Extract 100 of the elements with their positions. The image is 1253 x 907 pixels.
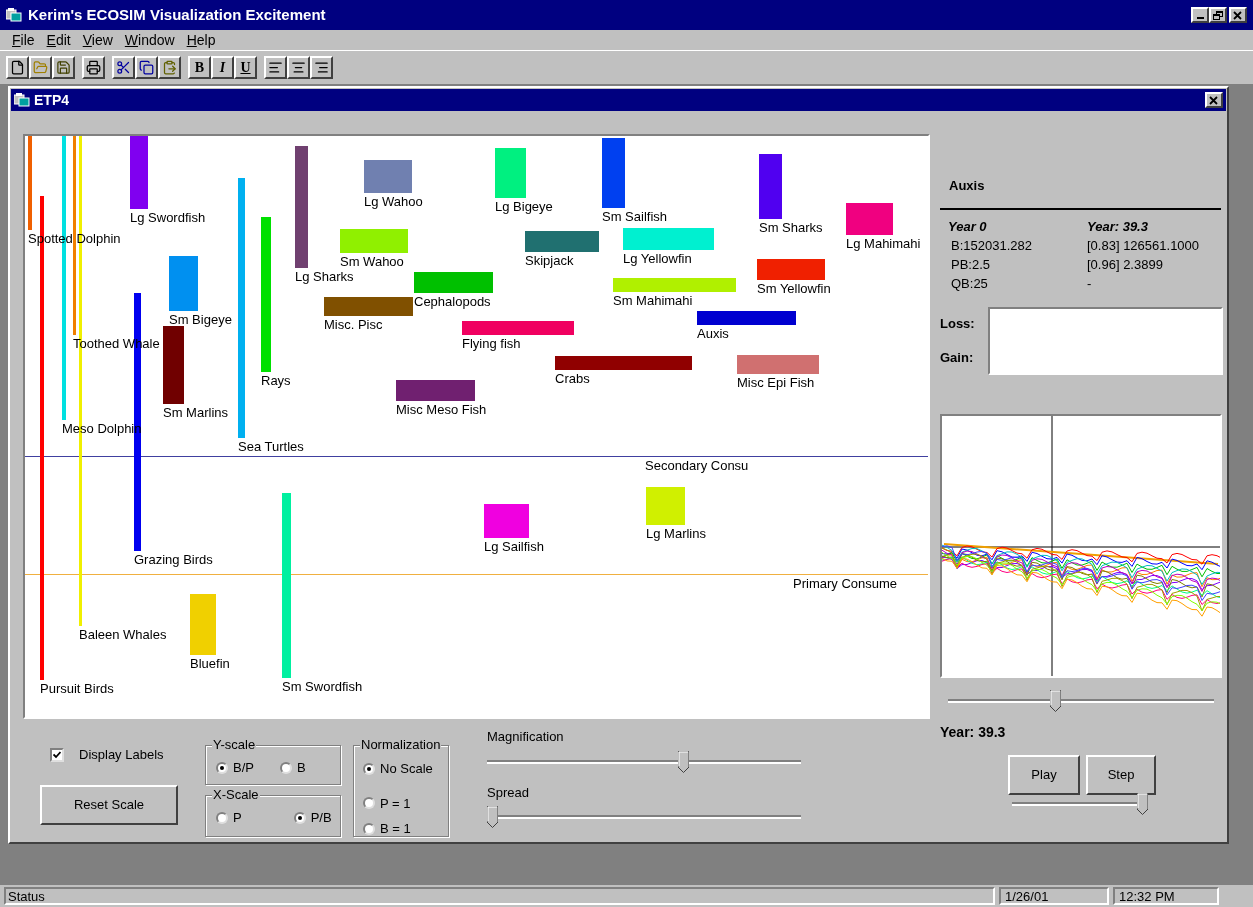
biomass-bar[interactable]: [169, 256, 198, 311]
biomass-bar[interactable]: [396, 380, 475, 401]
biomass-bar[interactable]: [846, 203, 893, 235]
biomass-bar[interactable]: [130, 136, 148, 209]
copy-icon[interactable]: [135, 56, 158, 79]
biomass-bar[interactable]: [364, 160, 412, 193]
group-label: Lg Wahoo: [364, 194, 423, 209]
biomass-bar[interactable]: [555, 356, 692, 370]
spread-slider[interactable]: [487, 806, 801, 830]
speed-slider[interactable]: [1012, 792, 1148, 817]
menu-item[interactable]: Edit: [46, 29, 71, 51]
slider-label: Magnification: [487, 729, 565, 744]
radio-button[interactable]: [216, 811, 228, 824]
column-header: Year: 39.3: [1087, 217, 1149, 236]
biomass-bar[interactable]: [495, 148, 526, 198]
radio-button[interactable]: [216, 761, 228, 774]
menu-item[interactable]: File: [12, 29, 35, 51]
group-label: Pursuit Birds: [40, 681, 114, 696]
group-label: Sm Marlins: [163, 405, 228, 420]
biomass-bar[interactable]: [73, 136, 76, 335]
biomass-bar[interactable]: [28, 136, 32, 230]
group-label: Sm Yellowfin: [757, 281, 831, 296]
loss-label: Loss:: [940, 315, 976, 333]
print-icon[interactable]: [82, 56, 105, 79]
biomass-bar[interactable]: [759, 154, 782, 219]
biomass-bar[interactable]: [697, 311, 796, 325]
new-file-icon[interactable]: [6, 56, 29, 79]
close-icon: [1209, 95, 1219, 105]
biomass-bar[interactable]: [613, 278, 736, 292]
group-label: Sm Mahimahi: [613, 293, 693, 308]
slider-thumb[interactable]: [677, 751, 689, 773]
radio-button[interactable]: [363, 797, 375, 810]
close-button[interactable]: [1205, 92, 1223, 108]
radio-button[interactable]: [293, 811, 306, 824]
group-label: Misc Meso Fish: [396, 402, 487, 417]
trophic-level-label: Secondary Consu: [645, 458, 749, 473]
group-label: Lg Sailfish: [484, 539, 544, 554]
biomass-bar[interactable]: [646, 487, 685, 525]
biomass-bar[interactable]: [340, 229, 408, 253]
radio-label: No Scale: [380, 760, 433, 778]
biomass-bar[interactable]: [757, 259, 825, 280]
radio-button[interactable]: [363, 762, 375, 775]
slider-thumb[interactable]: [1137, 792, 1148, 815]
slider-thumb[interactable]: [487, 806, 498, 828]
close-button[interactable]: [1229, 7, 1247, 23]
group-label: Lg Swordfish: [130, 210, 206, 225]
biomass-bar[interactable]: [324, 297, 413, 316]
radio-button[interactable]: [279, 761, 292, 774]
magnification-slider[interactable]: [487, 751, 801, 775]
year-label: Year: 39.3: [940, 722, 1007, 742]
format-button[interactable]: I: [211, 56, 234, 79]
biomass-bar[interactable]: [602, 138, 625, 208]
slider-thumb[interactable]: [1050, 689, 1061, 712]
align-left-icon[interactable]: [264, 56, 287, 79]
biomass-bar[interactable]: [623, 228, 714, 250]
menu-item[interactable]: View: [82, 29, 113, 51]
stat-value: [0.83] 126561.1000: [1087, 236, 1201, 255]
play-button[interactable]: Play: [1008, 754, 1080, 795]
group-label: Sm Sailfish: [602, 209, 668, 224]
align-right-icon[interactable]: [310, 56, 333, 79]
paste-icon[interactable]: [158, 56, 181, 79]
biomass-bar[interactable]: [484, 504, 529, 538]
radio-label: B: [296, 759, 306, 777]
biomass-bar[interactable]: [261, 217, 271, 372]
minimize-icon: [1196, 17, 1204, 19]
status-date: 1/26/01: [999, 887, 1109, 905]
open-folder-icon[interactable]: [29, 56, 52, 79]
format-button[interactable]: U: [234, 56, 257, 79]
biomass-bar[interactable]: [414, 272, 493, 293]
menu-item[interactable]: Window: [124, 29, 175, 51]
reset-scale-button[interactable]: Reset Scale: [40, 784, 178, 825]
biomass-bar[interactable]: [163, 326, 184, 404]
biomass-bar[interactable]: [525, 231, 599, 252]
radio-label: P/B: [310, 809, 332, 827]
align-center-icon[interactable]: [287, 56, 310, 79]
group-label: Auxis: [697, 326, 729, 341]
menu-item[interactable]: Help: [186, 29, 216, 51]
biomass-bar[interactable]: [737, 355, 819, 374]
year-slider[interactable]: [948, 689, 1214, 714]
biomass-bar[interactable]: [295, 146, 308, 268]
biomass-bar[interactable]: [462, 321, 574, 335]
checkbox[interactable]: [50, 747, 64, 762]
step-button[interactable]: Step: [1086, 754, 1156, 795]
radio-label: P: [233, 809, 242, 827]
format-button[interactable]: B: [188, 56, 211, 79]
radio-label: B = 1: [380, 820, 411, 838]
cut-icon[interactable]: [112, 56, 135, 79]
save-icon[interactable]: [52, 56, 75, 79]
app-icon: [6, 8, 22, 22]
restore-button[interactable]: [1209, 7, 1227, 23]
radio-label: P = 1: [380, 794, 411, 813]
minimize-button[interactable]: [1191, 7, 1209, 23]
group-label: Grazing Birds: [134, 552, 213, 567]
radio-button[interactable]: [363, 822, 375, 835]
group-label: Misc. Pisc: [324, 317, 383, 332]
stat-value: PB:2.5: [950, 255, 992, 274]
biomass-bar[interactable]: [190, 594, 216, 655]
biomass-bar[interactable]: [282, 493, 291, 678]
biomass-bar[interactable]: [238, 178, 245, 438]
group-label: Cephalopods: [414, 294, 491, 309]
